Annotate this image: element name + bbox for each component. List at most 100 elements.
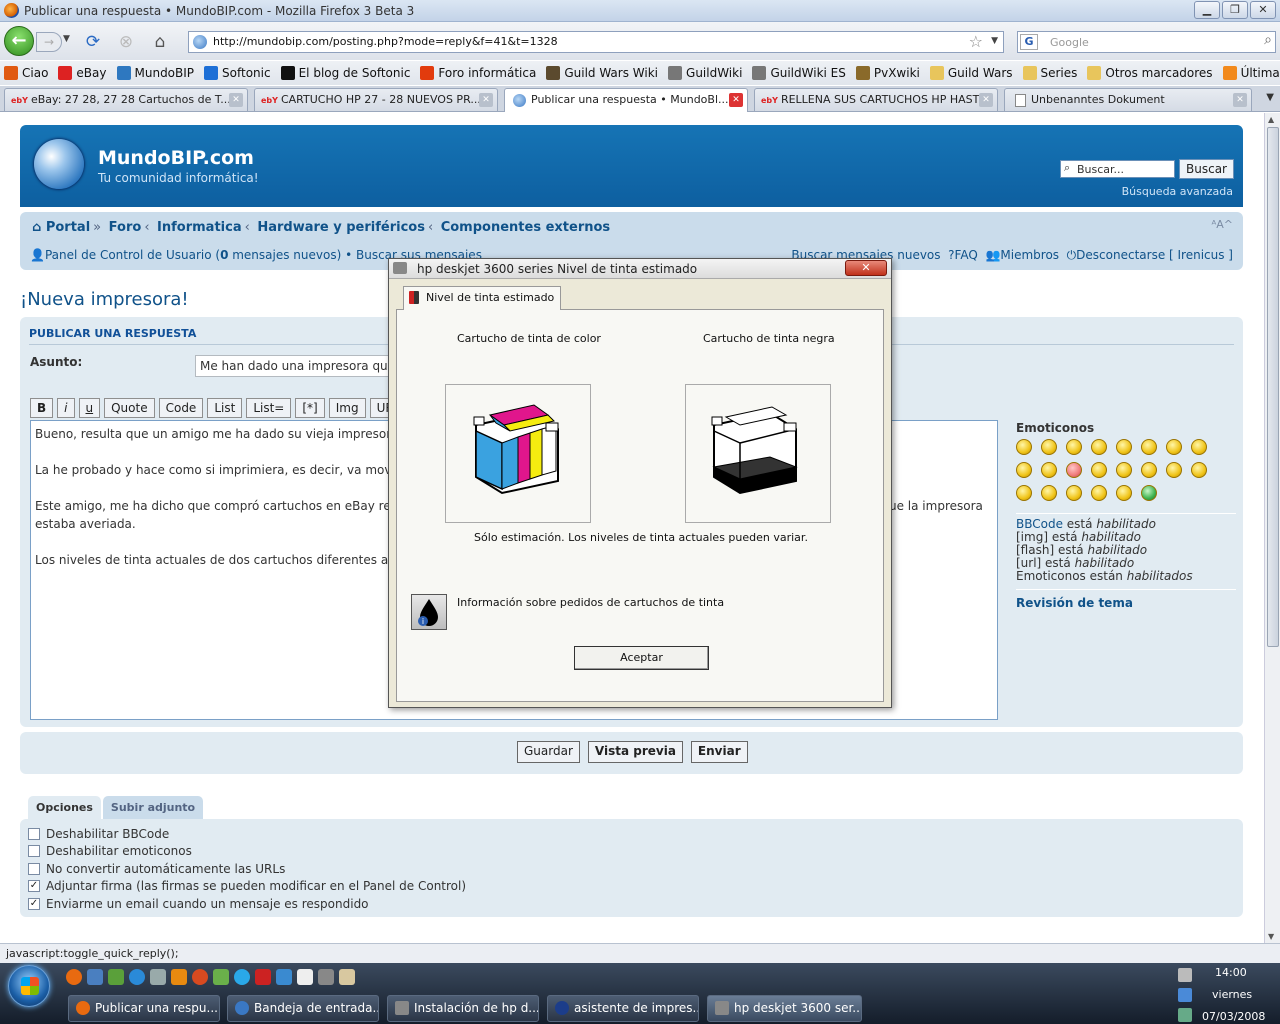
tab-cartucho-hp[interactable]: ebY CARTUCHO HP 27 - 28 NUEVOS PR... ✕: [254, 88, 498, 111]
option-label[interactable]: No convertir automáticamente las URLs: [46, 862, 285, 876]
ink-info-button[interactable]: i: [411, 594, 447, 630]
bbcode-button[interactable]: Quote: [104, 398, 155, 418]
search-placeholder[interactable]: Google: [1050, 36, 1089, 49]
send-button[interactable]: Enviar: [690, 741, 748, 763]
volume-icon[interactable]: [1178, 988, 1192, 1002]
bookmark-item[interactable]: PvXwiki: [855, 66, 920, 80]
task-hp-install[interactable]: Instalación de hp d...: [387, 995, 539, 1022]
scroll-up-icon[interactable]: ▲: [1268, 115, 1274, 124]
bookmark-item[interactable]: Guild Wars Wiki: [546, 66, 658, 80]
smiley-icon[interactable]: [1091, 439, 1107, 455]
app-icon[interactable]: [339, 969, 355, 985]
network-icon[interactable]: [1178, 968, 1192, 982]
bbcode-button[interactable]: [*]: [295, 398, 325, 418]
bbcode-button[interactable]: Code: [158, 398, 204, 418]
home-icon[interactable]: ⌂: [149, 31, 171, 53]
option-checkbox[interactable]: ✓: [28, 880, 40, 893]
members-link[interactable]: Miembros: [1000, 248, 1059, 262]
smiley-icon[interactable]: [1041, 439, 1057, 455]
option-checkbox[interactable]: [28, 827, 40, 840]
bbcode-button[interactable]: B: [30, 398, 54, 418]
site-name[interactable]: MundoBIP.com: [98, 147, 254, 169]
option-label[interactable]: Deshabilitar BBCode: [46, 827, 169, 841]
task-inbox[interactable]: Bandeja de entrada...: [227, 995, 379, 1022]
media-player-icon[interactable]: [171, 969, 187, 985]
smiley-icon[interactable]: [1066, 485, 1082, 501]
vertical-scrollbar[interactable]: ▲ ▼: [1264, 113, 1280, 943]
smiley-icon[interactable]: [1166, 462, 1182, 478]
smiley-icon[interactable]: [1016, 462, 1032, 478]
smiley-icon[interactable]: [1016, 485, 1032, 501]
close-tab-icon[interactable]: ✕: [1233, 93, 1247, 107]
forward-button[interactable]: →: [36, 32, 62, 52]
stop-icon[interactable]: ⊗: [115, 31, 137, 53]
smiley-icon[interactable]: [1141, 439, 1157, 455]
topic-review-link[interactable]: Revisión de tema: [1016, 589, 1236, 610]
faq-link[interactable]: FAQ: [955, 248, 978, 262]
media-icon[interactable]: [150, 969, 166, 985]
tab-unbenanntes-dokument[interactable]: Unbenanntes Dokument ✕: [1004, 88, 1252, 111]
smiley-icon[interactable]: [1116, 462, 1132, 478]
tab-ebay-27-28[interactable]: ebY eBay: 27 28, 27 28 Cartuchos de T... …: [4, 88, 248, 111]
preview-button[interactable]: Vista previa: [587, 741, 683, 763]
url-text[interactable]: http://mundobip.com/posting.php?mode=rep…: [213, 35, 558, 48]
smiley-icon[interactable]: [1191, 462, 1207, 478]
bbcode-button[interactable]: i: [57, 398, 75, 418]
bookmark-item[interactable]: eBay: [58, 66, 107, 80]
logout-link[interactable]: Desconectarse [ Irenicus ]: [1076, 248, 1233, 262]
option-label[interactable]: Enviarme un email cuando un mensaje es r…: [46, 897, 369, 911]
smiley-icon[interactable]: [1166, 439, 1182, 455]
bookmark-item[interactable]: El blog de Softonic: [280, 66, 410, 80]
search-bar[interactable]: G Google ⌕: [1017, 31, 1276, 53]
bookmark-item[interactable]: Ciao: [4, 66, 48, 80]
bookmark-item[interactable]: Últimas noticias: [1222, 66, 1280, 80]
app-icon[interactable]: [297, 969, 313, 985]
smiley-icon[interactable]: [1066, 462, 1082, 478]
clock-day[interactable]: viernes: [1212, 988, 1252, 1001]
site-search-button[interactable]: Buscar: [1179, 159, 1234, 179]
tab-list-icon[interactable]: ▼: [1266, 92, 1274, 103]
bookmark-item[interactable]: GuildWiki ES: [752, 66, 846, 80]
bbcode-link[interactable]: BBCode: [1016, 517, 1063, 531]
url-dropdown-icon[interactable]: ▼: [991, 36, 998, 46]
smiley-icon[interactable]: [1016, 439, 1032, 455]
back-button[interactable]: ←: [4, 26, 34, 56]
bookmark-star-icon[interactable]: ☆: [969, 32, 983, 51]
messenger-icon[interactable]: [213, 969, 229, 985]
scrollbar-thumb[interactable]: [1267, 127, 1279, 647]
accept-button[interactable]: Aceptar: [574, 646, 709, 670]
close-tab-icon[interactable]: ✕: [229, 93, 243, 107]
close-button[interactable]: ✕: [1250, 1, 1276, 19]
bookmark-item[interactable]: Guild Wars: [929, 66, 1013, 80]
dialog-close-button[interactable]: ✕: [845, 260, 887, 276]
tab-upload-attachment[interactable]: Subir adjunto: [102, 796, 204, 820]
smiley-icon[interactable]: [1066, 439, 1082, 455]
bbcode-button[interactable]: List=: [246, 398, 292, 418]
history-dropdown-icon[interactable]: ▼: [63, 34, 70, 44]
breadcrumb-portal[interactable]: Portal: [46, 220, 90, 235]
smiley-icon[interactable]: [1191, 439, 1207, 455]
window-switch-icon[interactable]: [108, 969, 124, 985]
bookmark-item[interactable]: Foro informática: [420, 66, 536, 80]
power-icon[interactable]: [1178, 1008, 1192, 1022]
close-tab-icon[interactable]: ✕: [979, 93, 993, 107]
page-title[interactable]: ¡Nueva impresora!: [20, 289, 189, 310]
task-hp-deskjet[interactable]: hp deskjet 3600 ser...: [707, 995, 862, 1022]
app-icon[interactable]: [276, 969, 292, 985]
smiley-icon[interactable]: [1091, 462, 1107, 478]
advanced-search-link[interactable]: Búsqueda avanzada: [1122, 185, 1233, 198]
bbcode-button[interactable]: List: [207, 398, 243, 418]
option-checkbox[interactable]: [28, 862, 40, 875]
scroll-down-icon[interactable]: ▼: [1268, 932, 1274, 941]
save-button[interactable]: Guardar: [517, 741, 580, 763]
minimize-button[interactable]: ▁: [1194, 1, 1220, 19]
tab-ink-level[interactable]: Nivel de tinta estimado: [403, 286, 562, 310]
clock-date[interactable]: 07/03/2008: [1202, 1010, 1265, 1023]
google-engine-icon[interactable]: G: [1020, 34, 1038, 50]
tab-rellena-cartuchos[interactable]: ebY RELLENA SUS CARTUCHOS HP HAST... ✕: [754, 88, 998, 111]
clock-time[interactable]: 14:00: [1215, 966, 1247, 979]
close-tab-icon[interactable]: ✕: [729, 93, 743, 107]
option-checkbox[interactable]: [28, 845, 40, 858]
close-tab-icon[interactable]: ✕: [479, 93, 493, 107]
bookmark-item[interactable]: Series: [1022, 66, 1077, 80]
